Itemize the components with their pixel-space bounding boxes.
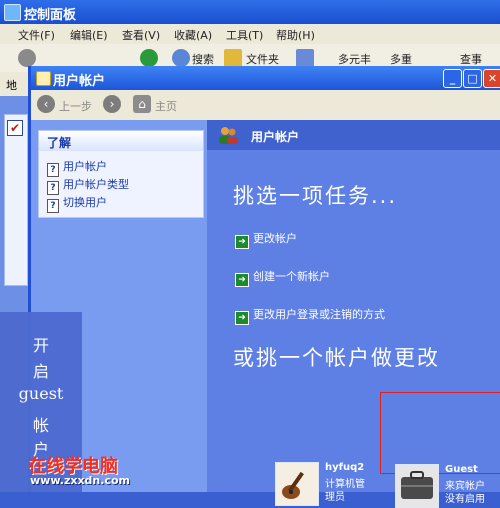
menu-tools[interactable]: 工具(T) (226, 27, 263, 43)
briefcase-avatar-icon (395, 464, 439, 508)
back-icon[interactable]: ‹ (37, 95, 55, 113)
account-name: Guest (445, 464, 478, 475)
menu-view[interactable]: 查看(V) (122, 27, 160, 43)
control-panel-icon (4, 4, 21, 21)
learn-item-user-accounts[interactable]: ? 用户帐户 (47, 158, 107, 177)
view-icon[interactable] (296, 49, 314, 67)
toolbar-folders[interactable]: 文件夹 (246, 51, 279, 67)
home-button[interactable]: 主页 (155, 98, 177, 114)
menu-file[interactable]: 文件(F) (18, 27, 55, 43)
learn-heading: 了解 (47, 136, 72, 150)
forward-icon[interactable]: › (103, 95, 121, 113)
section-title: 用户帐户 (251, 130, 300, 144)
toolbar-right-3[interactable]: 查事 (460, 51, 482, 67)
control-panel-titlebar: 控制面板 (0, 0, 500, 24)
home-icon[interactable]: ⌂ (133, 95, 151, 113)
task-change-account[interactable]: ➜ 更改帐户 (235, 230, 297, 249)
sign-line-4: 帐 (32, 416, 49, 435)
help-icon: ? (47, 163, 59, 177)
users-icon (219, 127, 238, 144)
folder-icon[interactable] (224, 49, 242, 67)
help-icon: ? (47, 199, 59, 213)
account-heading: 或挑一个帐户做更改 (233, 346, 440, 370)
sign-line-3: guest (18, 384, 64, 403)
address-label: 地 (6, 79, 17, 92)
task-change-logon[interactable]: ➜ 更改用户登录或注销的方式 (235, 306, 385, 325)
navigation-bar: ‹ 上一步 › ⌂ 主页 (31, 90, 500, 121)
menu-bar: 文件(F) 编辑(E) 查看(V) 收藏(A) 工具(T) 帮助(H) (0, 24, 500, 44)
account-guest[interactable]: Guest 来宾帐户 没有启用 (395, 464, 500, 508)
back-button[interactable]: 上一步 (59, 98, 92, 114)
task-label: 创建一个新帐户 (253, 270, 330, 283)
toolbar-search[interactable]: 搜索 (192, 51, 214, 67)
main-pane: 用户帐户 挑选一项任务... ➜ 更改帐户 ➜ 创建一个新帐户 ➜ 更改用户登录或注销… (207, 120, 500, 508)
user-accounts-titlebar: 用户帐户 _ □ ✕ (31, 66, 500, 90)
menu-help[interactable]: 帮助(H) (276, 27, 315, 43)
back-arrow-icon[interactable] (18, 49, 36, 67)
sign-line-2: 启 (32, 362, 49, 381)
task-heading: 挑选一项任务... (233, 184, 398, 208)
minimize-button[interactable]: _ (443, 69, 462, 88)
watermark-url: www.zxxdn.com (30, 474, 130, 487)
search-icon[interactable] (172, 49, 190, 67)
help-icon: ? (47, 181, 59, 195)
account-type-cont: 理员 (325, 492, 345, 503)
checkmark-icon: ✔ (7, 120, 23, 136)
control-panel-title: 控制面板 (24, 8, 77, 23)
arrow-icon: ➜ (235, 235, 249, 249)
maximize-button[interactable]: □ (463, 69, 482, 88)
learn-item-label: 用户帐户 (63, 160, 107, 173)
section-band: 用户帐户 (207, 120, 500, 150)
task-create-account[interactable]: ➜ 创建一个新帐户 (235, 268, 330, 287)
guest-highlight (380, 392, 500, 474)
user-accounts-icon (36, 71, 51, 86)
account-name: hyfuq2 (325, 462, 365, 473)
toolbar-right-1[interactable]: 多元丰 (338, 51, 371, 67)
arrow-icon: ➜ (235, 273, 249, 287)
sign-line-1: 开 (32, 336, 49, 355)
bg-task-panel (4, 114, 28, 286)
arrow-icon: ➜ (235, 311, 249, 325)
learn-item-account-types[interactable]: ? 用户帐户类型 (47, 176, 129, 195)
menu-favorites[interactable]: 收藏(A) (174, 27, 212, 43)
close-button[interactable]: ✕ (483, 69, 500, 88)
learn-item-label: 用户帐户类型 (63, 178, 129, 191)
account-hyfuq2[interactable]: hyfuq2 计算机管 理员 (275, 462, 385, 506)
up-arrow-icon[interactable] (140, 49, 158, 67)
user-accounts-window: 用户帐户 _ □ ✕ ‹ 上一步 › ⌂ 主页 了解 ? 用户帐户 ? 用户帐户类型… (28, 66, 500, 508)
learn-item-switch-user[interactable]: ? 切换用户 (47, 194, 107, 213)
learn-item-label: 切换用户 (63, 196, 107, 209)
toolbar-right-2[interactable]: 多重 (390, 51, 412, 67)
window-title: 用户帐户 (53, 74, 106, 89)
account-status: 没有启用 (445, 494, 485, 505)
task-label: 更改用户登录或注销的方式 (253, 308, 385, 321)
learn-about-header: 了解 (39, 131, 203, 151)
menu-edit[interactable]: 编辑(E) (70, 27, 108, 43)
guitar-avatar-icon (275, 462, 319, 506)
task-label: 更改帐户 (253, 232, 297, 245)
learn-about-box: 了解 ? 用户帐户 ? 用户帐户类型 ? 切换用户 (38, 130, 204, 218)
